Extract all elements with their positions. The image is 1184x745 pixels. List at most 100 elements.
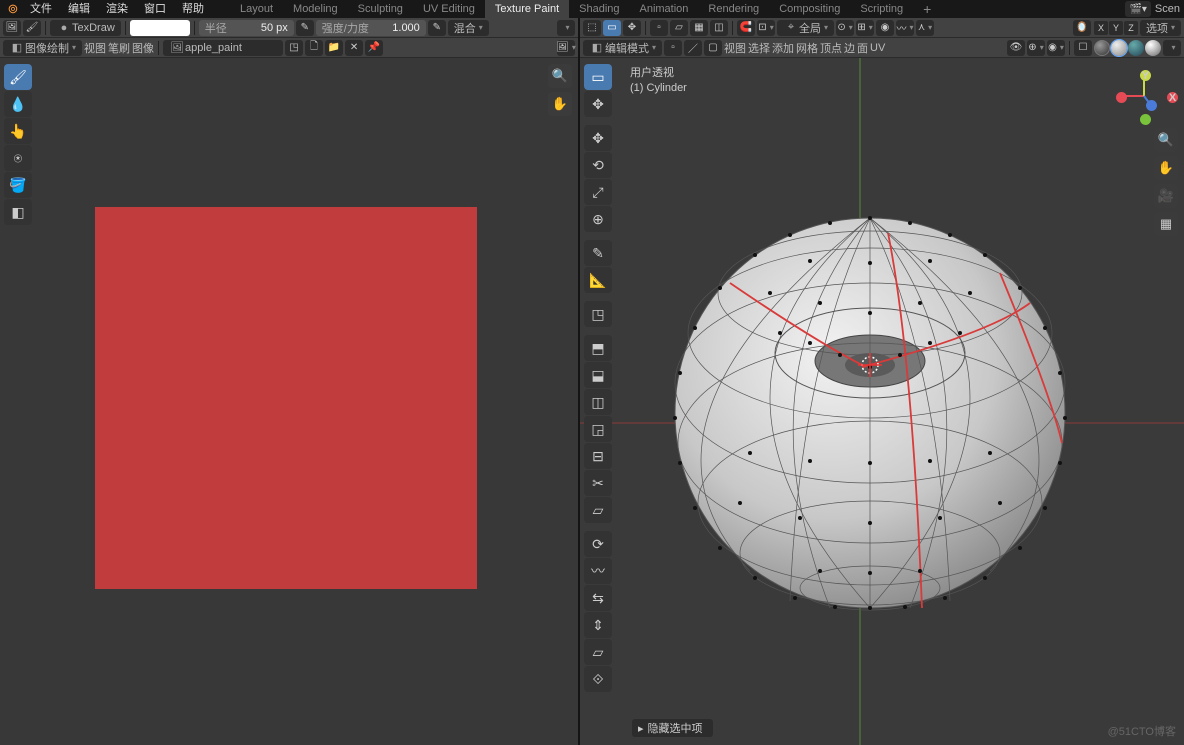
workspace-tab-rendering[interactable]: Rendering bbox=[698, 0, 769, 19]
tool-measure[interactable]: 📐 bbox=[584, 267, 612, 293]
tool-extrude-region[interactable]: ⬒ bbox=[584, 335, 612, 361]
brush-color-swatch[interactable] bbox=[130, 20, 190, 36]
viewport-menu-select[interactable]: 选择 bbox=[748, 40, 770, 56]
perspective-toggle-icon[interactable]: ▦ bbox=[1154, 212, 1178, 236]
overlays-dropdown-icon[interactable]: ◉ bbox=[1047, 40, 1065, 56]
cursor-tool-icon[interactable]: ✥ bbox=[623, 20, 641, 36]
tool-poly-build[interactable]: ▱ bbox=[584, 497, 612, 523]
image-datablock-select[interactable]: 🖼 apple_paint bbox=[163, 40, 283, 56]
zoom-icon[interactable]: 🔍 bbox=[548, 64, 572, 88]
image-new-icon[interactable]: 🗋 bbox=[305, 40, 323, 56]
tool-annotate[interactable]: ✎ bbox=[584, 240, 612, 266]
image-unlink-icon[interactable]: ✕ bbox=[345, 40, 363, 56]
tool-extrude-manifold[interactable]: ⬓ bbox=[584, 362, 612, 388]
shading-solid-icon[interactable] bbox=[1111, 40, 1127, 56]
shading-material-icon[interactable] bbox=[1128, 40, 1144, 56]
tool-rip-region[interactable]: ⟐ bbox=[584, 666, 612, 692]
mirror-y-toggle[interactable]: Y bbox=[1109, 21, 1123, 35]
radius-pressure-toggle-icon[interactable]: ✎ bbox=[296, 20, 314, 36]
tool-cursor[interactable]: ✥ bbox=[584, 91, 612, 117]
last-operator-panel[interactable]: ▸ 隐藏选中项 bbox=[632, 719, 713, 737]
tool-draw[interactable]: 🖌 bbox=[4, 64, 32, 90]
workspace-tab-scripting[interactable]: Scripting bbox=[850, 0, 913, 19]
image-paint-mode-dropdown[interactable]: ◧ 图像绘制 bbox=[3, 40, 82, 56]
tool-scale[interactable]: ⤢ bbox=[584, 179, 612, 205]
select-mode-vertex-icon[interactable]: ▫ bbox=[650, 20, 668, 36]
proportional-edit-icon[interactable]: ◉ bbox=[876, 20, 894, 36]
brush-datablock-select[interactable]: ● TexDraw bbox=[50, 20, 121, 36]
viewport-options-dropdown[interactable]: 选项 bbox=[1140, 20, 1181, 36]
axis-z-positive-icon[interactable] bbox=[1146, 100, 1157, 111]
proportional-falloff-icon[interactable]: 〰 bbox=[896, 20, 914, 36]
image-slot-dropdown-icon[interactable]: 🖼 bbox=[557, 40, 575, 56]
tool-knife[interactable]: ✂ bbox=[584, 470, 612, 496]
tool-smear[interactable]: 👆 bbox=[4, 118, 32, 144]
blender-logo-icon[interactable]: ⊚ bbox=[4, 0, 22, 18]
tool-bevel[interactable]: ◲ bbox=[584, 416, 612, 442]
workspace-tab-layout[interactable]: Layout bbox=[230, 0, 283, 19]
tool-shrink-fatten[interactable]: ⇕ bbox=[584, 612, 612, 638]
shading-rendered-icon[interactable] bbox=[1145, 40, 1161, 56]
image-canvas-area[interactable]: 🖌 💧 👆 ⍟ 🪣 ◧ 🔍 ✋ bbox=[0, 58, 578, 745]
viewport-menu-add[interactable]: 添加 bbox=[772, 40, 794, 56]
gizmo-dropdown-icon[interactable]: ⊕ bbox=[1027, 40, 1045, 56]
menu-file[interactable]: 文件 bbox=[22, 0, 60, 18]
viewport-menu-uv[interactable]: UV bbox=[870, 42, 885, 54]
snap-target-icon[interactable]: ⊞ bbox=[856, 20, 874, 36]
mirror-x-toggle[interactable]: X bbox=[1094, 21, 1108, 35]
viewport-menu-vertex[interactable]: 顶点 bbox=[820, 40, 842, 56]
image-open-icon[interactable]: 📁 bbox=[325, 40, 343, 56]
tool-transform[interactable]: ⊕ bbox=[584, 206, 612, 232]
workspace-tab-uv-editing[interactable]: UV Editing bbox=[413, 0, 485, 19]
workspace-tab-texture-paint[interactable]: Texture Paint bbox=[485, 0, 569, 19]
pivot-point-icon[interactable]: ⊙ bbox=[836, 20, 854, 36]
workspace-tab-modeling[interactable]: Modeling bbox=[283, 0, 348, 19]
workspace-tab-sculpting[interactable]: Sculpting bbox=[348, 0, 413, 19]
tool-select-box[interactable]: ▭ bbox=[584, 64, 612, 90]
menu-edit[interactable]: 编辑 bbox=[60, 0, 98, 18]
snap-options-icon[interactable]: ⊡ bbox=[757, 20, 775, 36]
brush-strength-field[interactable]: 强度/力度 1.000 bbox=[316, 20, 426, 36]
navigation-gizmo[interactable]: Y X bbox=[1116, 68, 1172, 124]
strength-pressure-toggle-icon[interactable]: ✎ bbox=[428, 20, 446, 36]
image-menu-view[interactable]: 视图 bbox=[84, 40, 106, 56]
tool-clone[interactable]: ⍟ bbox=[4, 145, 32, 171]
image-menu-image[interactable]: 图像 bbox=[132, 40, 154, 56]
axis-y-positive-icon[interactable]: Y bbox=[1140, 70, 1151, 81]
face-select-mode-icon[interactable]: ▢ bbox=[704, 40, 722, 56]
paint-header-options-icon[interactable] bbox=[557, 20, 575, 36]
menu-window[interactable]: 窗口 bbox=[136, 0, 174, 18]
image-pin-icon[interactable]: 📌 bbox=[365, 40, 383, 56]
shading-options-icon[interactable] bbox=[1163, 40, 1181, 56]
image-browse-icon[interactable]: ◳ bbox=[285, 40, 303, 56]
tool-move[interactable]: ✥ bbox=[584, 125, 612, 151]
viewport-menu-face[interactable]: 面 bbox=[857, 40, 868, 56]
tool-soften[interactable]: 💧 bbox=[4, 91, 32, 117]
tool-shear[interactable]: ▱ bbox=[584, 639, 612, 665]
pan-viewport-icon[interactable]: ✋ bbox=[1154, 156, 1178, 180]
interaction-mode-dropdown[interactable]: ◧ 编辑模式 bbox=[583, 40, 662, 56]
snap-toggle-icon[interactable]: 🧲 bbox=[737, 20, 755, 36]
viewport-menu-edge[interactable]: 边 bbox=[844, 40, 855, 56]
image-menu-brush[interactable]: 笔刷 bbox=[108, 40, 130, 56]
mirror-z-toggle[interactable]: Z bbox=[1124, 21, 1138, 35]
tool-edge-slide[interactable]: ⇆ bbox=[584, 585, 612, 611]
tool-fill[interactable]: 🪣 bbox=[4, 172, 32, 198]
select-box-icon[interactable]: ▭ bbox=[603, 20, 621, 36]
workspace-tab-compositing[interactable]: Compositing bbox=[769, 0, 850, 19]
select-mode-edge-icon[interactable]: ▱ bbox=[670, 20, 688, 36]
blend-mode-dropdown[interactable]: 混合 bbox=[448, 20, 489, 36]
pan-icon[interactable]: ✋ bbox=[548, 92, 572, 116]
tool-inset-faces[interactable]: ◫ bbox=[584, 389, 612, 415]
viewport-menu-view[interactable]: 视图 bbox=[724, 40, 746, 56]
scene-select-icon[interactable]: 🎬▾ bbox=[1125, 1, 1150, 17]
axis-x-negative-icon[interactable] bbox=[1116, 92, 1127, 103]
tool-mask[interactable]: ◧ bbox=[4, 199, 32, 225]
axis-x-positive-icon[interactable]: X bbox=[1167, 92, 1178, 103]
tool-rotate[interactable]: ⟲ bbox=[584, 152, 612, 178]
menu-render[interactable]: 渲染 bbox=[98, 0, 136, 18]
axis-y-negative-icon[interactable] bbox=[1140, 114, 1151, 125]
editor-type-image-icon[interactable]: 🖼 bbox=[3, 20, 21, 36]
select-mode-toggle-icon[interactable]: ◫ bbox=[710, 20, 728, 36]
tool-smooth[interactable]: 〰 bbox=[584, 558, 612, 584]
